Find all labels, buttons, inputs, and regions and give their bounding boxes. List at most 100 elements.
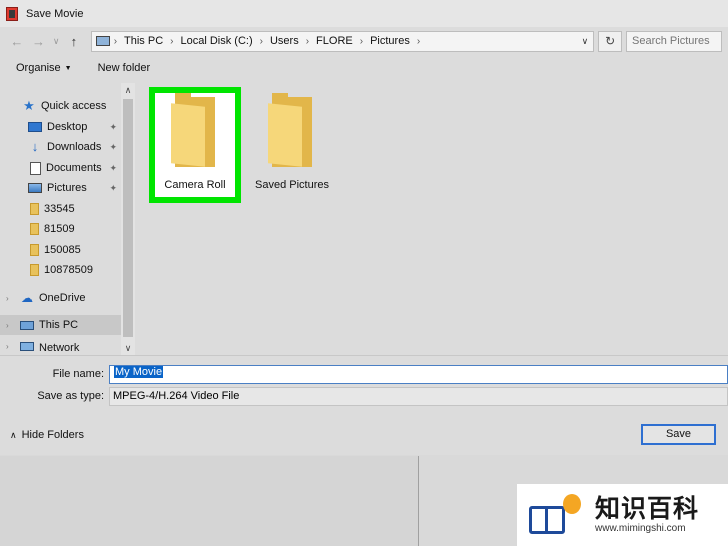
up-arrow-icon[interactable]: ↑ bbox=[63, 34, 85, 49]
sidebar-item-81509[interactable]: 81509 bbox=[0, 219, 121, 239]
sidebar-item-label: Quick access bbox=[41, 100, 107, 112]
pin-icon: ✦ bbox=[109, 162, 117, 173]
sidebar-item-label: 33545 bbox=[44, 203, 75, 215]
recent-locations-chevron-icon[interactable]: ∨ bbox=[49, 36, 63, 47]
breadcrumb-pictures[interactable]: Pictures bbox=[370, 35, 410, 47]
folder-camera-roll[interactable]: Camera Roll bbox=[149, 87, 241, 203]
watermark-url: www.mimingshi.com bbox=[595, 523, 686, 534]
new-folder-button[interactable]: New folder bbox=[98, 62, 151, 74]
documents-icon bbox=[30, 161, 41, 175]
computer-icon bbox=[20, 320, 34, 330]
sidebar-item-label: Documents bbox=[46, 162, 102, 174]
sidebar-item-label: This PC bbox=[39, 319, 79, 331]
folder-label: Camera Roll bbox=[164, 179, 226, 191]
star-icon: ★ bbox=[23, 98, 35, 113]
filename-label: File name: bbox=[52, 368, 104, 380]
save-movie-dialog: Save Movie ← → ∨ ↑ › This PC › Local Dis… bbox=[0, 0, 728, 455]
expand-chevron-icon[interactable]: › bbox=[6, 342, 9, 351]
sidebar-item-onedrive[interactable]: › ☁ OneDrive bbox=[0, 288, 121, 308]
sidebar-item-150085[interactable]: 150085 bbox=[0, 240, 121, 260]
scroll-up-icon[interactable]: ∧ bbox=[121, 83, 135, 97]
desktop-icon bbox=[28, 122, 42, 132]
save-as-type-select[interactable]: MPEG-4/H.264 Video File bbox=[109, 387, 728, 406]
navigation-scrollbar[interactable]: ∧ ∨ bbox=[121, 83, 135, 355]
cloud-icon: ☁ bbox=[21, 291, 33, 305]
scrollbar-thumb[interactable] bbox=[123, 99, 133, 337]
file-list: Camera Roll Saved Pictures bbox=[140, 83, 728, 355]
save-button[interactable]: Save bbox=[641, 424, 716, 445]
watermark-text: 知识百科 www.mimingshi.com bbox=[595, 495, 699, 535]
breadcrumb-separator-icon: › bbox=[113, 35, 118, 47]
this-pc-icon bbox=[95, 36, 110, 46]
background-window bbox=[0, 456, 418, 546]
sidebar-item-pictures[interactable]: Pictures ✦ bbox=[0, 178, 121, 198]
folder-icon bbox=[30, 203, 39, 215]
pictures-icon bbox=[28, 183, 42, 193]
sidebar-item-10878509[interactable]: 10878509 bbox=[0, 260, 121, 280]
navigation-bar: ← → ∨ ↑ › This PC › Local Disk (C:) › Us… bbox=[0, 27, 728, 55]
address-bar[interactable]: › This PC › Local Disk (C:) › Users › FL… bbox=[90, 30, 595, 52]
breadcrumb-this-pc[interactable]: This PC bbox=[124, 35, 163, 47]
network-icon bbox=[20, 342, 34, 351]
title-bar: Save Movie bbox=[0, 0, 728, 27]
navigation-pane: ★ Quick access Desktop ✦ ↓ Downloads ✦ D… bbox=[0, 83, 121, 355]
organise-menu-button[interactable]: Organise ▼ bbox=[16, 62, 72, 74]
breadcrumb-local-disk[interactable]: Local Disk (C:) bbox=[181, 35, 253, 47]
breadcrumb-separator-icon: › bbox=[416, 35, 421, 47]
sidebar-item-desktop[interactable]: Desktop ✦ bbox=[0, 117, 121, 137]
folder-icon bbox=[30, 244, 39, 256]
forward-arrow-icon[interactable]: → bbox=[28, 34, 50, 49]
download-arrow-icon: ↓ bbox=[31, 139, 39, 154]
expand-chevron-icon[interactable]: › bbox=[6, 294, 9, 303]
back-arrow-icon[interactable]: ← bbox=[6, 34, 28, 49]
address-dropdown-chevron-icon[interactable]: ∨ bbox=[575, 36, 593, 47]
hide-folders-label: Hide Folders bbox=[21, 429, 84, 441]
save-as-type-label: Save as type: bbox=[37, 390, 104, 402]
pin-icon: ✦ bbox=[109, 121, 117, 132]
sidebar-item-downloads[interactable]: ↓ Downloads ✦ bbox=[0, 137, 121, 157]
expand-chevron-icon[interactable]: › bbox=[6, 321, 9, 330]
hide-folders-button[interactable]: ∧ Hide Folders bbox=[10, 429, 84, 441]
sidebar-item-this-pc[interactable]: › This PC bbox=[0, 315, 121, 335]
folder-icon bbox=[171, 93, 219, 167]
search-input[interactable] bbox=[626, 30, 722, 52]
sidebar-item-label: 150085 bbox=[44, 244, 81, 256]
folder-icon bbox=[268, 93, 316, 167]
sidebar-item-quick-access[interactable]: ★ Quick access bbox=[0, 96, 121, 116]
organise-label: Organise bbox=[16, 62, 61, 74]
background-divider bbox=[418, 456, 419, 546]
content-area: ★ Quick access Desktop ✦ ↓ Downloads ✦ D… bbox=[0, 83, 728, 355]
sidebar-item-33545[interactable]: 33545 bbox=[0, 199, 121, 219]
sidebar-item-network[interactable]: › Network bbox=[0, 342, 121, 355]
sidebar-item-label: Network bbox=[39, 342, 80, 354]
breadcrumb-separator-icon: › bbox=[359, 35, 364, 47]
sidebar-item-label: 10878509 bbox=[44, 264, 93, 276]
watermark: 知识百科 www.mimingshi.com bbox=[517, 484, 728, 546]
breadcrumb-flore[interactable]: FLORE bbox=[316, 35, 353, 47]
sidebar-item-documents[interactable]: Documents ✦ bbox=[0, 158, 121, 178]
filename-selected-text: My Movie bbox=[114, 366, 164, 378]
caret-down-icon: ▼ bbox=[64, 65, 72, 72]
pin-icon: ✦ bbox=[109, 182, 117, 193]
window-title: Save Movie bbox=[26, 7, 84, 20]
app-film-icon bbox=[6, 6, 18, 21]
scroll-down-icon[interactable]: ∨ bbox=[121, 341, 135, 355]
sidebar-item-label: Desktop bbox=[47, 121, 88, 133]
breadcrumb-separator-icon: › bbox=[305, 35, 310, 47]
filename-input[interactable]: My Movie bbox=[109, 365, 728, 384]
chevron-up-icon: ∧ bbox=[10, 429, 17, 440]
folder-icon bbox=[30, 264, 39, 276]
sidebar-item-label: Pictures bbox=[47, 182, 87, 194]
folder-icon bbox=[30, 223, 39, 235]
sidebar-item-label: Downloads bbox=[47, 141, 102, 153]
folder-saved-pictures[interactable]: Saved Pictures bbox=[246, 87, 338, 203]
breadcrumb-separator-icon: › bbox=[170, 35, 174, 47]
folder-label: Saved Pictures bbox=[255, 179, 329, 191]
breadcrumb-users[interactable]: Users bbox=[270, 35, 299, 47]
refresh-icon[interactable]: ↻ bbox=[598, 30, 622, 52]
command-toolbar: Organise ▼ New folder bbox=[0, 55, 728, 81]
save-options-panel: File name: My Movie Save as type: MPEG-4… bbox=[0, 355, 728, 455]
pin-icon: ✦ bbox=[109, 141, 117, 152]
watermark-title: 知识百科 bbox=[595, 494, 700, 523]
sidebar-item-label: OneDrive bbox=[39, 292, 86, 304]
